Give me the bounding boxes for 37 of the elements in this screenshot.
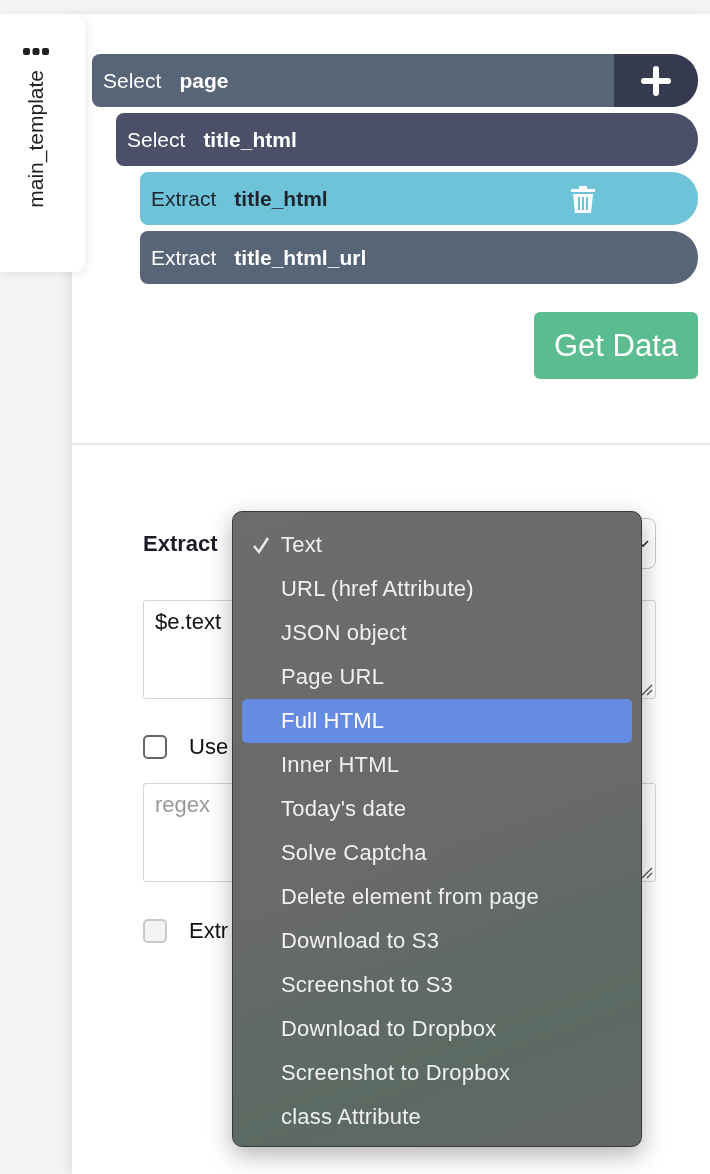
menu-item[interactable]: Full HTML — [242, 699, 632, 743]
menu-item[interactable]: Screenshot to Dropbox — [242, 1051, 632, 1095]
more-icon[interactable] — [22, 48, 49, 56]
tree-row[interactable]: Select title_html — [116, 113, 698, 166]
menu-item[interactable]: Text — [242, 523, 632, 567]
target-label: title_html_url — [234, 245, 368, 270]
tree-row[interactable]: Extract title_html — [140, 172, 698, 225]
target-label: title_html — [234, 186, 329, 211]
target-label: page — [179, 68, 230, 93]
menu-item[interactable]: Delete element from page — [242, 875, 632, 919]
action-label: Select — [103, 68, 162, 93]
extract-label: Extract — [143, 530, 219, 557]
resize-grip-icon[interactable] — [641, 684, 653, 696]
menu-item[interactable]: Download to Dropbox — [242, 1007, 632, 1051]
menu-item[interactable]: URL (href Attribute) — [242, 567, 632, 611]
menu-item[interactable]: Today's date — [242, 787, 632, 831]
action-label: Extract — [151, 186, 217, 211]
add-button[interactable] — [614, 54, 698, 107]
menu-item[interactable]: Download to S3 — [242, 919, 632, 963]
checkbox-label: Extr — [189, 918, 229, 944]
tree-row[interactable]: Extract title_html_url — [140, 231, 698, 284]
menu-item[interactable]: Screenshot to S3 — [242, 963, 632, 1007]
menu-item[interactable]: class Attribute — [242, 1095, 632, 1139]
template-tab[interactable]: main_template — [0, 14, 85, 272]
menu-item[interactable]: Inner HTML — [242, 743, 632, 787]
menu-item[interactable]: JSON object — [242, 611, 632, 655]
target-label: title_html — [203, 127, 298, 152]
checkbox-label: Use — [189, 734, 229, 760]
template-name: main_template — [23, 70, 48, 208]
tree-row[interactable]: Select page — [92, 54, 698, 107]
action-label: Extract — [151, 245, 217, 270]
menu-item[interactable]: Solve Captcha — [242, 831, 632, 875]
checkbox[interactable] — [143, 735, 167, 759]
menu-item[interactable]: Page URL — [242, 655, 632, 699]
action-label: Select — [127, 127, 186, 152]
resize-grip-icon[interactable] — [641, 867, 653, 879]
plus-icon — [641, 65, 671, 96]
